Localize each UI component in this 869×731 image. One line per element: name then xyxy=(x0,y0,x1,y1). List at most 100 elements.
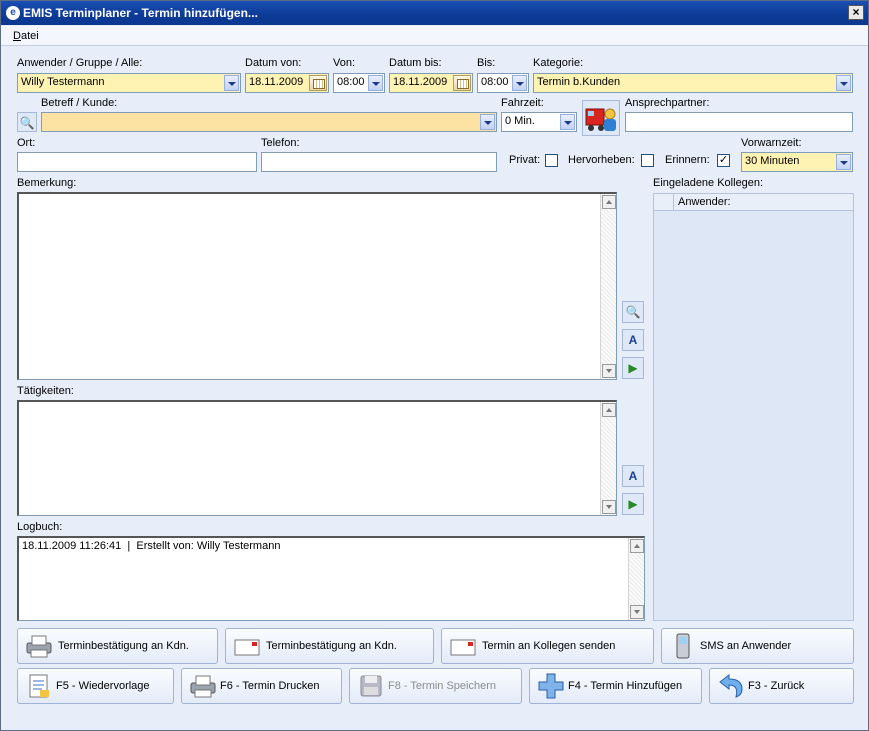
category-label: Kategorie: xyxy=(533,57,584,69)
category-dropdown-icon[interactable] xyxy=(836,75,851,91)
lead-time-value: 30 Minuten xyxy=(745,155,800,167)
add-plus-icon xyxy=(538,673,564,699)
spellcheck-icon: A xyxy=(628,333,638,347)
subject-dropdown-icon[interactable] xyxy=(480,114,495,130)
lead-time-label: Vorwarnzeit: xyxy=(741,137,802,149)
scroll-up-icon[interactable] xyxy=(630,539,644,553)
scroll-down-icon[interactable] xyxy=(602,500,616,514)
table-header: Anwender: xyxy=(654,194,853,211)
log-textarea[interactable]: 18.11.2009 11:26:41 | Erstellt von: Will… xyxy=(17,536,645,621)
confirm-customer-letter-button[interactable]: Terminbestätigung an Kdn. xyxy=(225,628,434,664)
truck-person-icon xyxy=(585,108,616,131)
button-label: Terminbestätigung an Kdn. xyxy=(58,640,189,652)
remark-textarea[interactable] xyxy=(17,192,617,380)
travel-time-value: 0 Min. xyxy=(505,115,535,127)
app-icon: e xyxy=(6,6,20,20)
lead-time-select[interactable]: 30 Minuten xyxy=(741,152,853,172)
remark-scrollbar[interactable] xyxy=(600,194,616,379)
button-label: Termin an Kollegen senden xyxy=(482,640,616,652)
window-title: EMIS Terminplaner - Termin hinzufügen... xyxy=(23,6,258,20)
spellcheck-icon: A xyxy=(628,469,638,483)
add-appointment-button[interactable]: F4 - Termin Hinzufügen xyxy=(529,668,702,704)
activities-spellcheck-button[interactable]: A xyxy=(622,465,644,487)
remark-label: Bemerkung: xyxy=(17,177,77,189)
activities-insert-button[interactable]: ▶ xyxy=(622,493,644,515)
location-label: Ort: xyxy=(17,137,36,149)
travel-dropdown-icon[interactable] xyxy=(560,114,575,130)
printer-icon xyxy=(26,635,52,658)
time-to-select[interactable]: 08:00 xyxy=(477,73,529,93)
scroll-up-icon[interactable] xyxy=(602,195,616,209)
activities-textarea[interactable] xyxy=(17,400,617,516)
category-value: Termin b.Kunden xyxy=(537,76,621,88)
letter-icon xyxy=(450,639,476,656)
date-from-value: 18.11.2009 xyxy=(249,76,304,88)
subject-label: Betreff / Kunde: xyxy=(41,97,118,109)
log-scrollbar[interactable] xyxy=(628,538,644,620)
print-appointment-button[interactable]: F6 - Termin Drucken xyxy=(181,668,342,704)
highlight-checkbox[interactable] xyxy=(641,154,654,167)
dialog-window: e EMIS Terminplaner - Termin hinzufügen.… xyxy=(0,0,869,731)
contact-lookup-button[interactable] xyxy=(582,100,620,136)
date-from-label: Datum von: xyxy=(245,57,302,69)
remind-label: Erinnern: xyxy=(665,154,710,166)
remark-search-button[interactable]: 🔍 xyxy=(622,301,644,323)
travel-label: Fahrzeit: xyxy=(501,97,544,109)
scroll-down-icon[interactable] xyxy=(602,364,616,378)
activities-label: Tätigkeiten: xyxy=(17,385,74,397)
subject-select[interactable] xyxy=(41,112,497,132)
category-select[interactable]: Termin b.Kunden xyxy=(533,73,853,93)
remark-spellcheck-button[interactable]: A xyxy=(622,329,644,351)
confirm-customer-print-button[interactable]: Terminbestätigung an Kdn. xyxy=(17,628,218,664)
phone-input[interactable] xyxy=(261,152,497,172)
time-to-dropdown-icon[interactable] xyxy=(512,75,527,91)
menu-datei[interactable]: Datei xyxy=(13,30,39,42)
phone-label: Telefon: xyxy=(261,137,300,149)
mobile-phone-icon xyxy=(676,633,690,659)
button-label: F5 - Wiedervorlage xyxy=(56,680,150,692)
time-to-label: Bis: xyxy=(477,57,496,69)
insert-text-icon: ▶ xyxy=(628,497,638,511)
close-button[interactable]: × xyxy=(848,5,864,20)
search-customer-button[interactable]: 🔍 xyxy=(17,112,37,132)
scroll-up-icon[interactable] xyxy=(602,403,616,417)
highlight-label: Hervorheben: xyxy=(568,154,635,166)
private-checkbox[interactable] xyxy=(545,154,558,167)
sms-to-user-button[interactable]: SMS an Anwender xyxy=(661,628,854,664)
title-bar: e EMIS Terminplaner - Termin hinzufügen.… xyxy=(1,1,868,25)
lead-time-dropdown-icon[interactable] xyxy=(836,154,851,170)
menu-bar: Datei xyxy=(1,26,868,46)
magnifier-icon: 🔍 xyxy=(19,116,35,130)
time-from-label: Von: xyxy=(333,57,356,69)
row-selector-header xyxy=(654,194,674,210)
button-label: F3 - Zurück xyxy=(748,680,805,692)
log-entry: 18.11.2009 11:26:41 | Erstellt von: Will… xyxy=(22,540,281,552)
contact-input[interactable] xyxy=(625,112,853,132)
printer-icon xyxy=(190,675,216,698)
travel-time-select[interactable]: 0 Min. xyxy=(501,112,577,132)
activities-scrollbar[interactable] xyxy=(600,402,616,515)
user-dropdown-icon[interactable] xyxy=(224,75,239,91)
time-from-dropdown-icon[interactable] xyxy=(368,75,383,91)
save-appointment-button[interactable]: F8 - Termin Speichern xyxy=(349,668,522,704)
time-from-value: 08:00 xyxy=(337,76,365,88)
date-to-field[interactable]: 18.11.2009 xyxy=(389,73,473,93)
save-disk-icon xyxy=(360,675,382,697)
button-label: F6 - Termin Drucken xyxy=(220,680,320,692)
time-to-value: 08:00 xyxy=(481,76,509,88)
back-button[interactable]: F3 - Zurück xyxy=(709,668,854,704)
invited-colleagues-table[interactable]: Anwender: xyxy=(653,193,854,621)
remark-insert-button[interactable]: ▶ xyxy=(622,357,644,379)
location-input[interactable] xyxy=(17,152,257,172)
remind-checkbox[interactable]: ✓ xyxy=(717,154,730,167)
followup-button[interactable]: F5 - Wiedervorlage xyxy=(17,668,174,704)
date-from-field[interactable]: 18.11.2009 xyxy=(245,73,329,93)
button-label: F4 - Termin Hinzufügen xyxy=(568,680,683,692)
scroll-down-icon[interactable] xyxy=(630,605,644,619)
send-to-colleague-button[interactable]: Termin an Kollegen senden xyxy=(441,628,654,664)
calendar-icon[interactable] xyxy=(453,75,471,91)
calendar-icon[interactable] xyxy=(309,75,327,91)
date-to-value: 18.11.2009 xyxy=(393,76,448,88)
user-select[interactable]: Willy Testermann xyxy=(17,73,241,93)
time-from-select[interactable]: 08:00 xyxy=(333,73,385,93)
